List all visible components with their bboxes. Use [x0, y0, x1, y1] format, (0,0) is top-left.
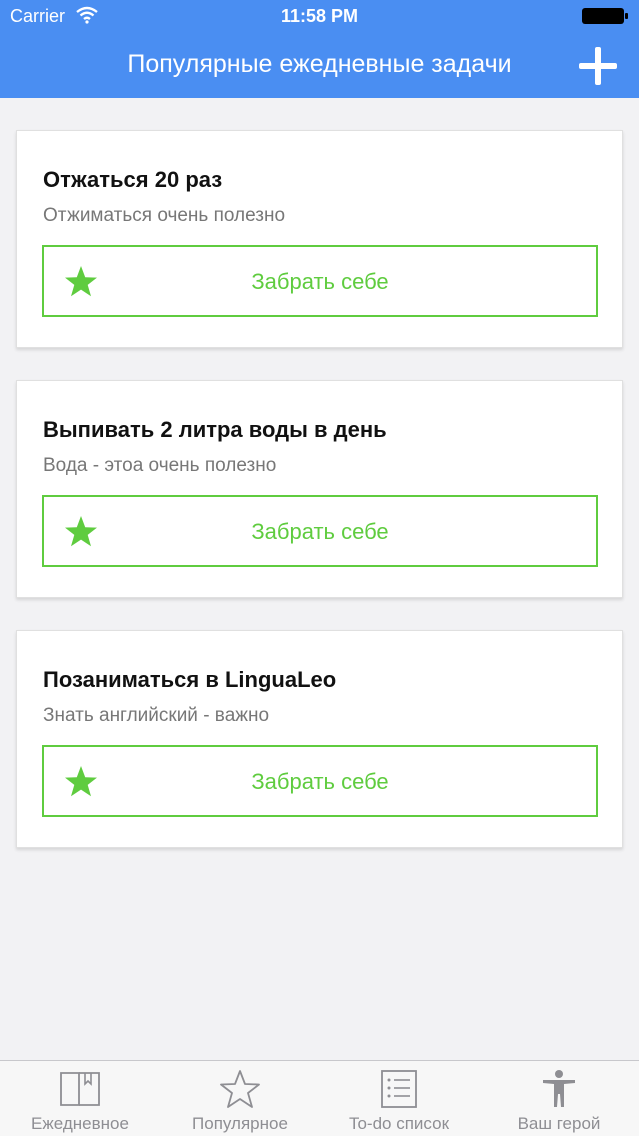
tab-label: Популярное	[192, 1114, 288, 1133]
tab-daily[interactable]: Ежедневное	[0, 1061, 160, 1136]
tab-todo-list[interactable]: To-do список	[319, 1061, 479, 1136]
take-task-button[interactable]: Забрать себе	[42, 245, 598, 317]
task-card: Позаниматься в LinguaLeo Знать английски…	[16, 630, 623, 848]
tab-label: Ваш герой	[517, 1114, 601, 1133]
take-task-label: Забрать себе	[251, 519, 389, 544]
tab-label: To-do список	[348, 1114, 450, 1133]
take-task-button[interactable]: Забрать себе	[42, 495, 598, 567]
tab-popular[interactable]: Популярное	[160, 1061, 320, 1136]
task-description: Отжиматься очень полезно	[43, 205, 286, 226]
take-task-label: Забрать себе	[251, 769, 389, 794]
task-description: Знать английский - важно	[43, 705, 270, 726]
take-task-button[interactable]: Забрать себе	[42, 745, 598, 817]
tab-your-hero[interactable]: Ваш герой	[479, 1061, 639, 1136]
person-icon	[543, 1070, 575, 1107]
task-title: Отжаться 20 раз	[43, 167, 223, 192]
star-icon	[220, 1070, 260, 1108]
status-time: 11:58 PM	[280, 6, 359, 26]
page-title: Популярные ежедневные задачи	[127, 50, 512, 78]
list-icon	[381, 1070, 417, 1108]
take-task-label: Забрать себе	[251, 269, 389, 294]
tab-label: Ежедневное	[31, 1114, 129, 1133]
navigation-header: Carrier 11:58 PM Популярные ежедневные з…	[0, 0, 639, 98]
task-description: Вода - этоа очень полезно	[43, 455, 277, 476]
tab-bar: Ежедневное Популярное To-do список Ваш г…	[0, 1060, 639, 1136]
plus-icon[interactable]	[579, 47, 617, 85]
status-bar: Carrier 11:58 PM	[0, 0, 639, 36]
book-icon	[60, 1072, 100, 1106]
task-card: Выпивать 2 литра воды в день Вода - этоа…	[16, 380, 623, 598]
battery-icon	[582, 8, 628, 24]
task-card: Отжаться 20 раз Отжиматься очень полезно…	[16, 130, 623, 348]
task-title: Выпивать 2 литра воды в день	[43, 417, 387, 442]
task-title: Позаниматься в LinguaLeo	[43, 667, 337, 692]
